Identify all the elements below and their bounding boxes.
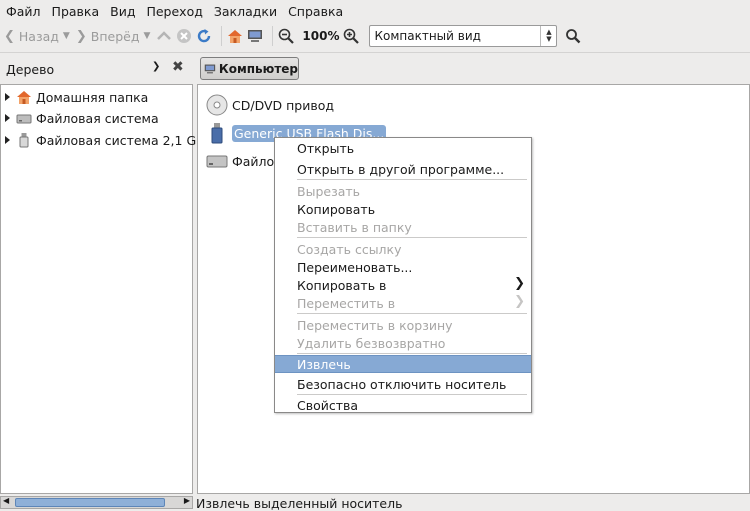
home-icon[interactable] (227, 28, 243, 44)
usb-drive-icon (211, 123, 223, 144)
status-bar: Извлечь выделенный носитель (196, 496, 403, 511)
submenu-arrow-icon: ❯ (514, 294, 525, 309)
back-arrow-icon: ❮ (4, 28, 15, 44)
sidebar-type-dropdown-icon[interactable]: ❯ (152, 61, 160, 72)
chevron-down-icon: ▼ (143, 31, 151, 41)
reload-icon[interactable] (196, 28, 212, 44)
scroll-right-icon[interactable]: ▶ (184, 496, 190, 505)
menu-help[interactable]: Справка (288, 4, 343, 19)
context-menu: Открыть Открыть в другой программе... Вы… (274, 137, 532, 413)
cd-dvd-icon (206, 94, 228, 116)
menu-item-move-to-trash: Переместить в корзину (297, 317, 453, 333)
tree-item-home[interactable]: Домашняя папка (5, 87, 148, 107)
menu-item-cut: Вырезать (297, 183, 361, 199)
menubar: Файл Правка Вид Переход Закладки Справка (0, 0, 750, 22)
sidebar-header: Дерево ❯ ✖ (0, 56, 194, 82)
home-folder-icon (17, 91, 31, 104)
toolbar-separator (221, 26, 223, 46)
menu-bookmarks[interactable]: Закладки (214, 4, 277, 19)
scrollbar-thumb[interactable] (15, 498, 165, 507)
menu-separator (297, 394, 527, 395)
menu-separator (297, 179, 527, 180)
zoom-in-icon[interactable] (343, 28, 360, 44)
stop-icon[interactable] (176, 28, 192, 44)
expander-icon[interactable] (5, 136, 10, 144)
menu-separator (297, 313, 527, 314)
zoom-level: 100% (302, 29, 340, 43)
search-icon[interactable] (565, 28, 581, 44)
menu-item-rename[interactable]: Переименовать... (275, 258, 531, 276)
view-mode-select[interactable]: Компактный вид ▲ ▼ (369, 25, 558, 47)
expander-icon[interactable] (5, 93, 10, 101)
menu-item-safely-remove[interactable]: Безопасно отключить носитель (275, 375, 531, 393)
menu-edit[interactable]: Правка (52, 4, 100, 19)
menu-item-properties[interactable]: Свойства (275, 396, 531, 414)
menu-item-copy[interactable]: Копировать (275, 200, 531, 218)
tree-item-usb-filesystem[interactable]: Файловая система 2,1 GB (5, 130, 205, 150)
toolbar-divider (0, 52, 750, 53)
forward-arrow-icon: ❯ (75, 28, 87, 44)
submenu-arrow-icon: ❯ (514, 276, 525, 291)
sidebar-title: Дерево (6, 61, 55, 77)
up-arrow-icon[interactable] (156, 28, 172, 44)
menu-item-copy-to[interactable]: Копировать в ❯ (275, 276, 531, 294)
toolbar: ❮ Назад ▼ ❯ Вперёд ▼ 100% Компактный вид… (0, 22, 750, 50)
harddisk-icon (16, 114, 32, 124)
menu-item-open-with[interactable]: Открыть в другой программе... (275, 160, 531, 178)
menu-item-eject[interactable]: Извлечь (275, 355, 531, 373)
sidebar-horizontal-scrollbar[interactable]: ◀ ▶ (0, 496, 193, 509)
list-item-cd-dvd[interactable]: CD/DVD привод (206, 94, 334, 116)
scroll-left-icon[interactable]: ◀ (3, 496, 9, 505)
menu-separator (297, 237, 527, 238)
menu-file[interactable]: Файл (6, 4, 41, 19)
menu-view[interactable]: Вид (110, 4, 135, 19)
menu-item-delete-permanently: Удалить безвозвратно (297, 335, 446, 351)
computer-icon[interactable] (247, 28, 263, 44)
tree-panel: Домашняя папка Файловая система Файловая… (0, 84, 205, 494)
tree-item-filesystem[interactable]: Файловая система (5, 108, 159, 128)
menu-item-create-link: Создать ссылку (297, 241, 402, 257)
location-button-computer[interactable]: Компьютер (200, 57, 299, 80)
harddisk-icon (206, 155, 228, 168)
usb-drive-icon (19, 133, 29, 148)
menu-item-open[interactable]: Открыть (275, 139, 531, 157)
computer-icon (204, 64, 216, 73)
zoom-out-icon[interactable] (278, 28, 295, 44)
menu-item-paste-into-folder: Вставить в папку (297, 219, 412, 235)
expander-icon[interactable] (5, 114, 10, 122)
updown-arrows-icon: ▲ ▼ (540, 26, 556, 46)
back-button[interactable]: ❮ Назад ▼ (4, 29, 70, 44)
toolbar-separator (272, 26, 274, 46)
menu-go[interactable]: Переход (146, 4, 202, 19)
forward-button[interactable]: ❯ Вперёд ▼ (76, 29, 151, 44)
menu-item-move-to: Переместить в ❯ (297, 294, 525, 311)
chevron-down-icon: ▼ (62, 31, 70, 41)
close-sidebar-icon[interactable]: ✖ (172, 59, 184, 75)
menu-separator (297, 353, 527, 354)
